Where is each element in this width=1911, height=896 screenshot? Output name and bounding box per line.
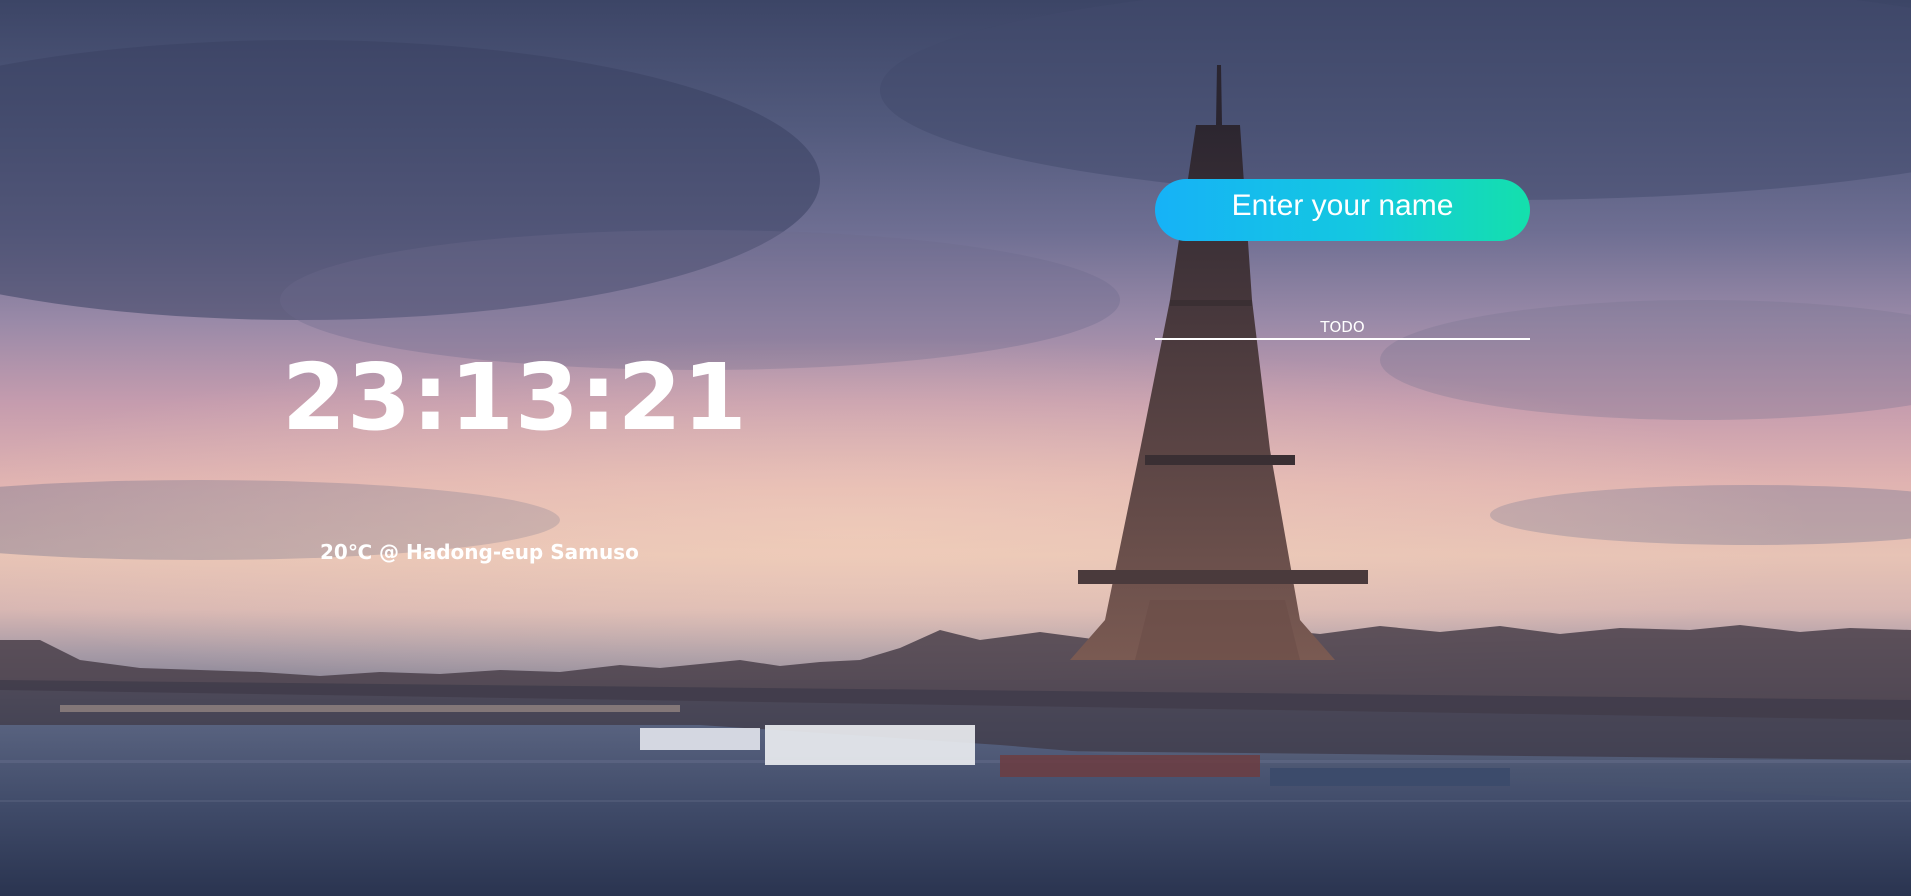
weather-info: 20℃ @ Hadong-eup Samuso — [320, 540, 639, 564]
app-root: 23:13:21 20℃ @ Hadong-eup Samuso — [0, 0, 1911, 896]
clock-time: 23:13:21 — [282, 344, 748, 451]
todo-input[interactable] — [1155, 312, 1530, 340]
name-input[interactable] — [1155, 179, 1530, 241]
